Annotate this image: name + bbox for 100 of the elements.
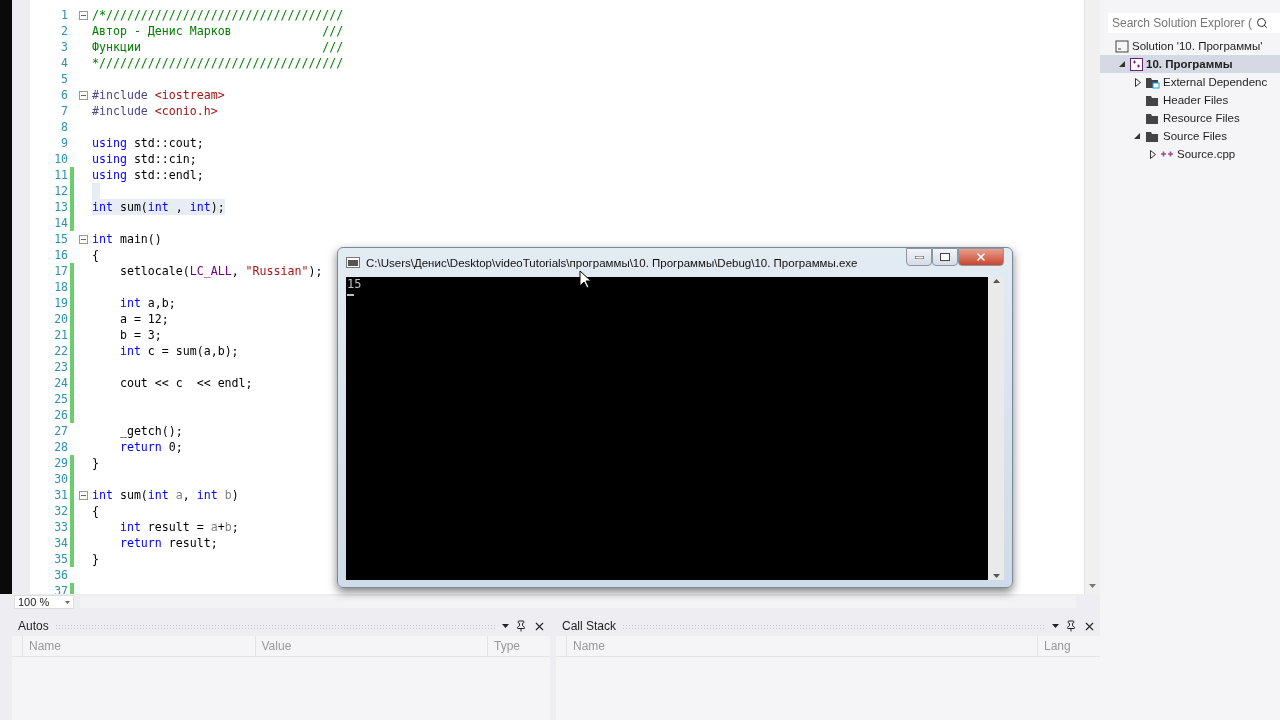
cpp-file-icon xyxy=(1160,150,1174,158)
collapse-icon[interactable] xyxy=(79,10,88,20)
collapse-icon[interactable] xyxy=(79,490,88,500)
code-line: return result; xyxy=(118,535,218,551)
line-number: 30 xyxy=(53,472,68,486)
close-button[interactable] xyxy=(958,248,1004,266)
collapsed-arrow-icon[interactable] xyxy=(1134,77,1141,87)
expanded-arrow-icon[interactable] xyxy=(1119,60,1126,68)
line-number: 22 xyxy=(53,344,68,358)
line-number: 36 xyxy=(53,568,68,582)
scroll-down-icon[interactable] xyxy=(992,574,1000,578)
code-line: using std::cout; xyxy=(92,135,204,151)
code-line: using std::cin; xyxy=(92,151,197,167)
horizontal-scrollbar[interactable] xyxy=(80,596,1076,608)
code-line: int c = sum(a,b); xyxy=(118,343,239,359)
tree-label: Source Files xyxy=(1163,130,1227,142)
line-number: 6 xyxy=(60,88,68,102)
code-line: b = 3; xyxy=(118,327,162,343)
expanded-arrow-icon[interactable] xyxy=(1134,132,1141,140)
console-output: 15 xyxy=(347,278,362,291)
line-number: 14 xyxy=(53,216,68,230)
collapse-icon[interactable] xyxy=(79,234,88,244)
code-line: using std::endl; xyxy=(92,167,204,183)
line-number: 21 xyxy=(53,328,68,342)
tree-label: Resource Files xyxy=(1163,112,1240,124)
folder-icon xyxy=(1145,93,1160,107)
folder-icon xyxy=(1145,75,1160,89)
pin-icon[interactable] xyxy=(515,620,527,632)
scroll-down-icon[interactable] xyxy=(1089,584,1096,588)
code-line: _getch(); xyxy=(118,423,183,439)
line-number: 20 xyxy=(53,312,68,326)
solution-icon xyxy=(1115,39,1129,53)
line-number: 10 xyxy=(53,152,68,166)
dropdown-icon[interactable] xyxy=(502,624,509,628)
tree-label: Header Files xyxy=(1163,94,1229,106)
code-line: #include <iostream> xyxy=(92,87,225,103)
line-number: 26 xyxy=(53,408,68,422)
maximize-button[interactable] xyxy=(932,248,958,266)
tree-item[interactable]: Source Files xyxy=(1100,127,1280,145)
search-field[interactable]: Search Solution Explorer ( xyxy=(1108,13,1280,33)
line-number: 12 xyxy=(53,184,68,198)
search-icon[interactable] xyxy=(1256,17,1269,29)
tree-label: Source.cpp xyxy=(1177,148,1236,160)
line-number: 1 xyxy=(60,8,68,22)
code-line: #include <conio.h> xyxy=(92,103,218,119)
code-line: int sum(int a, int b) xyxy=(92,487,239,503)
maximize-icon[interactable] xyxy=(940,253,950,261)
line-number: 35 xyxy=(53,552,68,566)
scroll-up-icon[interactable] xyxy=(992,279,1000,283)
line-number: 16 xyxy=(53,248,68,262)
console-icon xyxy=(346,257,360,268)
tree-item[interactable]: Solution '10. Программы' xyxy=(1100,37,1280,55)
tree-item[interactable]: Resource Files xyxy=(1100,109,1280,127)
code-line: int result = a+b; xyxy=(118,519,239,535)
vertical-scrollbar[interactable] xyxy=(1084,0,1100,594)
code-line: cout << c << endl; xyxy=(118,375,253,391)
line-number: 25 xyxy=(53,392,68,406)
code-line: int a,b; xyxy=(118,295,176,311)
line-number: 34 xyxy=(53,536,68,550)
line-number: 32 xyxy=(53,504,68,518)
zoom-dropdown[interactable]: 100 % xyxy=(14,595,74,609)
panel-title: Autos xyxy=(18,619,49,633)
code-line: /*////////////////////////////////// xyxy=(92,7,344,23)
line-number: 29 xyxy=(53,456,68,470)
tree-item[interactable]: External Dependenc xyxy=(1100,73,1280,91)
vertical-scrollbar[interactable] xyxy=(988,277,1004,580)
tree-item[interactable]: Header Files xyxy=(1100,91,1280,109)
tree-label: Solution '10. Программы' xyxy=(1132,40,1263,52)
line-number: 11 xyxy=(53,168,68,182)
line-number: 7 xyxy=(60,104,68,118)
tree-label: External Dependenc xyxy=(1163,76,1268,88)
line-number: 27 xyxy=(53,424,68,438)
code-line: int main() xyxy=(92,231,162,247)
folder-icon xyxy=(1145,111,1160,125)
line-number: 9 xyxy=(60,136,68,150)
code-line: { xyxy=(92,503,99,519)
dropdown-icon[interactable] xyxy=(1052,624,1059,628)
pin-icon[interactable] xyxy=(1065,620,1077,632)
line-number: 23 xyxy=(53,360,68,374)
text-cursor xyxy=(347,294,354,296)
code-line: setlocale(LC_ALL, "Russian"); xyxy=(118,263,323,279)
folder-icon xyxy=(1145,129,1160,143)
tree-item[interactable]: Source.cpp xyxy=(1100,145,1280,163)
code-line: Функции /// xyxy=(92,39,344,55)
line-number: 24 xyxy=(53,376,68,390)
line-number: 4 xyxy=(60,56,68,70)
minimize-icon[interactable] xyxy=(914,255,924,259)
code-line: a = 12; xyxy=(118,311,169,327)
collapse-icon[interactable] xyxy=(79,90,88,100)
line-number: 15 xyxy=(53,232,68,246)
tree-item[interactable]: 10. Программы xyxy=(1100,55,1280,73)
code-line: Автор - Денис Марков /// xyxy=(92,23,344,39)
project-icon xyxy=(1130,57,1143,71)
code-line: } xyxy=(92,551,99,567)
code-line: { xyxy=(92,247,99,263)
line-number: 33 xyxy=(53,520,68,534)
code-line: } xyxy=(92,455,99,471)
collapsed-arrow-icon[interactable] xyxy=(1149,149,1156,159)
line-number: 28 xyxy=(53,440,68,454)
line-number: 8 xyxy=(60,120,68,134)
